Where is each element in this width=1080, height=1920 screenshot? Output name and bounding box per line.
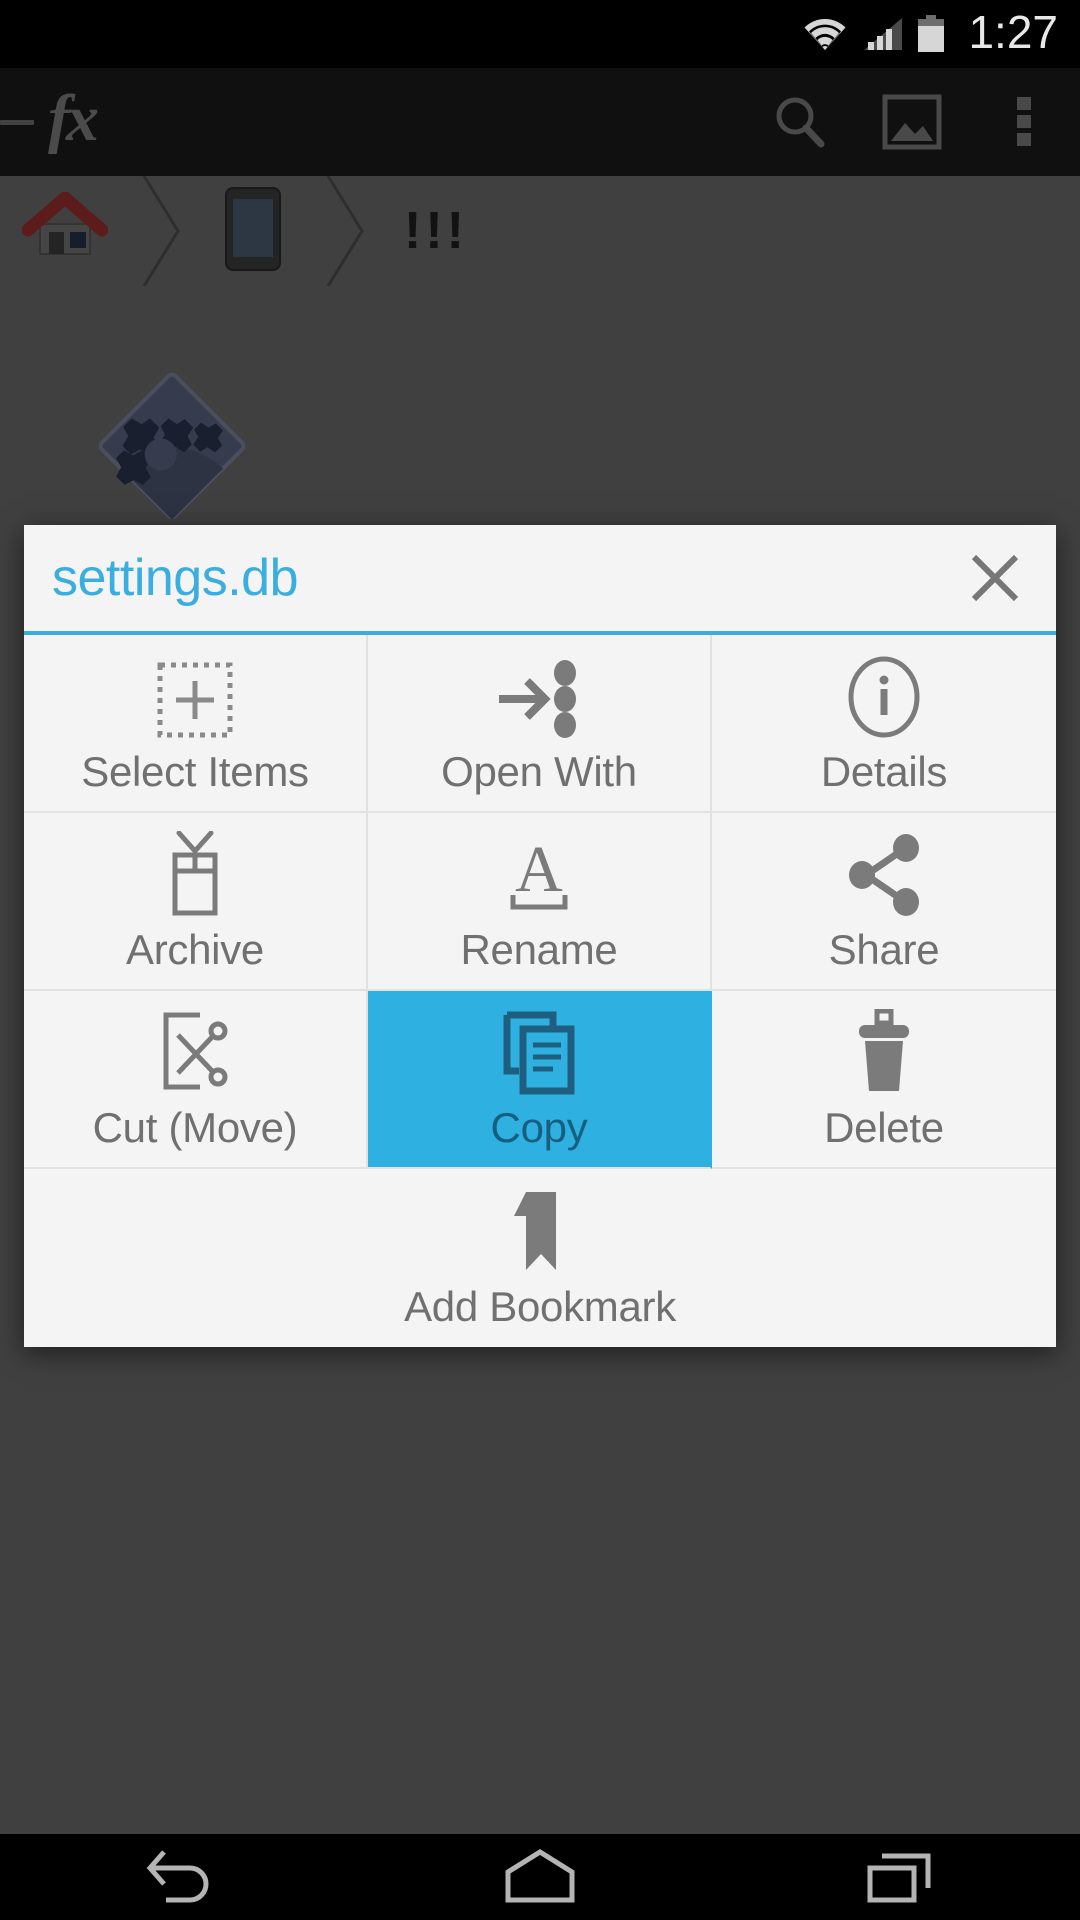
android-screen: 1:27 fx !!! settings.db Select Items Ope… bbox=[0, 0, 1080, 1920]
back-button[interactable] bbox=[80, 1834, 280, 1920]
menu-item-label: Details bbox=[820, 748, 948, 795]
breadcrumb: !!! bbox=[0, 176, 1080, 286]
menu-item-label: Share bbox=[828, 926, 940, 973]
menu-item-cut-move[interactable]: Cut (Move) bbox=[24, 991, 368, 1169]
menu-item-rename[interactable]: A Rename bbox=[367, 813, 712, 991]
archive-icon bbox=[157, 831, 233, 917]
search-icon[interactable] bbox=[744, 68, 856, 176]
battery-icon bbox=[916, 15, 946, 53]
app-toolbar: fx bbox=[0, 68, 1080, 176]
folder-crumb-label: !!! bbox=[404, 202, 468, 260]
status-clock: 1:27 bbox=[968, 6, 1058, 58]
menu-row: Select Items Open With Details bbox=[24, 635, 1056, 813]
menu-item-label: Rename bbox=[460, 926, 618, 973]
info-icon bbox=[846, 653, 922, 739]
menu-item-copy[interactable]: Copy bbox=[367, 991, 712, 1169]
select-items-icon bbox=[156, 653, 234, 739]
rename-icon: A bbox=[495, 831, 583, 917]
home-crumb[interactable] bbox=[0, 176, 130, 286]
copy-icon bbox=[499, 1009, 579, 1095]
dialog-title: settings.db bbox=[52, 549, 299, 607]
overflow-menu-icon[interactable] bbox=[968, 68, 1080, 176]
device-crumb[interactable] bbox=[192, 176, 314, 286]
menu-item-label: Archive bbox=[126, 926, 264, 973]
navigation-bar bbox=[0, 1834, 1080, 1920]
cut-icon bbox=[152, 1009, 238, 1095]
recents-button[interactable] bbox=[800, 1834, 1000, 1920]
app-logo: fx bbox=[48, 82, 99, 155]
close-icon[interactable] bbox=[960, 543, 1030, 613]
home-button[interactable] bbox=[440, 1834, 640, 1920]
breadcrumb-separator-2 bbox=[314, 176, 376, 286]
menu-item-label: Open With bbox=[441, 748, 637, 795]
menu-item-add-bookmark[interactable]: Add Bookmark bbox=[24, 1169, 1056, 1347]
wifi-icon bbox=[802, 16, 848, 52]
file-context-dialog: settings.db Select Items Open With Detai… bbox=[24, 525, 1056, 1347]
svg-text:A: A bbox=[515, 833, 563, 906]
open-with-icon bbox=[493, 653, 585, 739]
menu-item-label: Delete bbox=[824, 1104, 944, 1151]
menu-row: Add Bookmark bbox=[24, 1169, 1056, 1347]
menu-row: Archive A Rename Share bbox=[24, 813, 1056, 991]
menu-item-details[interactable]: Details bbox=[711, 635, 1056, 813]
menu-item-archive[interactable]: Archive bbox=[24, 813, 368, 991]
cellular-signal-icon bbox=[860, 16, 904, 52]
drawer-handle-icon[interactable] bbox=[0, 119, 34, 125]
home-icon bbox=[21, 191, 109, 271]
settings-db-file[interactable] bbox=[92, 366, 252, 526]
menu-item-label: Select Items bbox=[81, 748, 309, 795]
bookmark-icon bbox=[512, 1188, 568, 1274]
status-bar: 1:27 bbox=[0, 0, 1080, 68]
menu-item-label: Copy bbox=[490, 1104, 588, 1151]
menu-item-select-items[interactable]: Select Items bbox=[24, 635, 368, 813]
share-icon bbox=[842, 831, 926, 917]
menu-row: Cut (Move) Copy Delete bbox=[24, 991, 1056, 1169]
folder-crumb[interactable]: !!! bbox=[376, 176, 496, 286]
menu-item-open-with[interactable]: Open With bbox=[367, 635, 712, 813]
menu-item-share[interactable]: Share bbox=[711, 813, 1056, 991]
trash-icon bbox=[849, 1009, 919, 1095]
menu-item-label: Add Bookmark bbox=[404, 1283, 676, 1330]
menu-item-delete[interactable]: Delete bbox=[711, 991, 1056, 1169]
gallery-icon[interactable] bbox=[856, 68, 968, 176]
dialog-header: settings.db bbox=[24, 525, 1056, 635]
menu-item-label: Cut (Move) bbox=[92, 1104, 298, 1151]
app-toolbar-actions bbox=[744, 68, 1080, 176]
breadcrumb-separator-1 bbox=[130, 176, 192, 286]
phone-icon bbox=[224, 186, 282, 277]
